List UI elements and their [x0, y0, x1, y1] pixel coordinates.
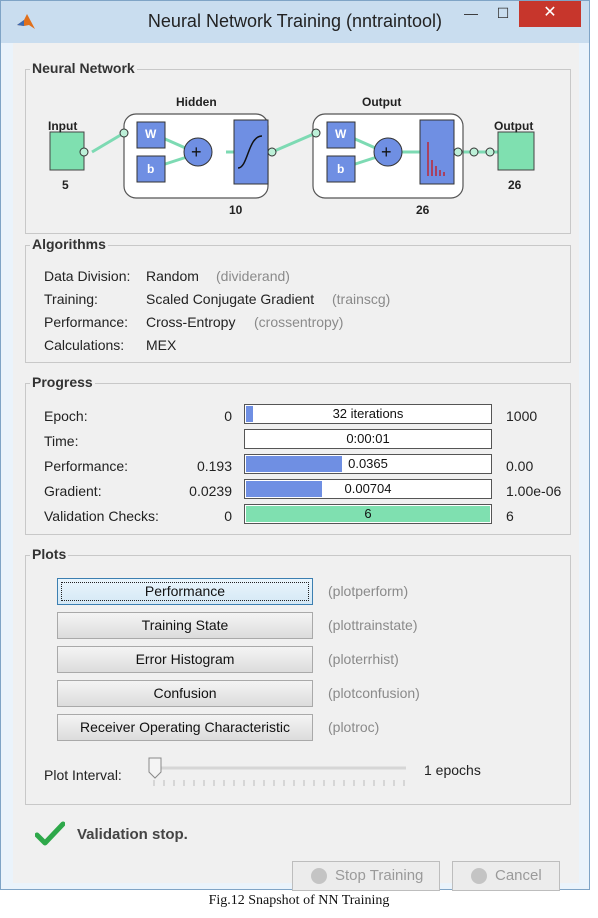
plot-button-label: Training State [141, 617, 229, 633]
output-bias-label: b [337, 162, 345, 176]
progress-label: Performance: [44, 458, 129, 474]
epoch-progress-text: 32 iterations [332, 406, 404, 421]
stop-icon [311, 868, 327, 884]
cancel-label: Cancel [495, 867, 542, 884]
time-progress-bar: 0:00:01 [244, 429, 492, 449]
algorithms-group: Algorithms Data Division: Random (divide… [25, 236, 571, 363]
algorithm-value: Cross-Entropy [146, 314, 236, 330]
progress-label: Time: [44, 433, 79, 449]
plot-confusion-button[interactable]: Confusion [57, 680, 313, 707]
progress-label: Gradient: [44, 483, 102, 499]
output-label: Output [494, 119, 534, 133]
output-layer-size: 26 [416, 203, 430, 217]
plot-button-label: Confusion [153, 685, 217, 701]
gradient-progress-text: 0.00704 [344, 481, 392, 496]
hidden-layer-size: 10 [229, 203, 243, 217]
plot-function-name: (plotroc) [328, 719, 380, 735]
title-bar: Neural Network Training (nntraintool) — … [1, 1, 589, 43]
input-size: 5 [62, 178, 69, 192]
gradient-progress-bar: 0.00704 [244, 479, 492, 499]
progress-label: Epoch: [44, 408, 88, 424]
stop-training-button[interactable]: Stop Training [292, 861, 440, 891]
stop-training-label: Stop Training [335, 867, 424, 884]
status-message: Validation stop. [77, 826, 188, 843]
plot-training-state-button[interactable]: Training State [57, 612, 313, 639]
cancel-button[interactable]: Cancel [452, 861, 560, 891]
plot-function-name: (plotconfusion) [328, 685, 420, 701]
plots-group: Plots Performance (plotperform) Training… [25, 546, 571, 805]
hidden-weight-label: W [145, 127, 157, 141]
algorithm-function: (dividerand) [216, 268, 290, 284]
progress-title: Progress [30, 374, 95, 390]
algorithms-title: Algorithms [30, 236, 108, 252]
neural-network-group: Neural Network + + Input 5 Hidden 10 Out… [25, 60, 571, 234]
plots-title: Plots [30, 546, 69, 562]
plot-function-name: (plottrainstate) [328, 617, 418, 633]
progress-start-value: 0.0239 [189, 483, 232, 499]
algorithm-function: (trainscg) [332, 291, 391, 307]
plot-interval-value: 1 epochs [424, 762, 481, 778]
minimize-button[interactable]: — [456, 1, 486, 27]
progress-end-value: 1000 [506, 408, 538, 424]
validation-progress-text: 6 [364, 506, 372, 521]
algorithm-function: (crossentropy) [254, 314, 344, 330]
plot-function-name: (plotperform) [328, 583, 409, 599]
network-diagram: + + [49, 113, 535, 199]
algorithm-value: MEX [146, 337, 177, 353]
checkmark-icon [35, 821, 65, 846]
progress-start-value: 0.193 [196, 458, 232, 474]
validation-progress-bar: 6 [244, 504, 492, 524]
plot-roc-button[interactable]: Receiver Operating Characteristic [57, 714, 313, 741]
input-label: Input [48, 119, 78, 133]
plot-button-label: Receiver Operating Characteristic [79, 719, 291, 735]
algorithm-label: Training: [44, 291, 98, 307]
maximize-button[interactable]: ☐ [488, 1, 518, 27]
output-weight-label: W [335, 127, 347, 141]
algorithm-label: Performance: [44, 314, 129, 330]
close-button[interactable]: ✕ [519, 1, 581, 27]
algorithm-label: Calculations: [44, 337, 125, 353]
svg-text:+: + [191, 142, 202, 162]
plot-interval-label: Plot Interval: [44, 767, 122, 783]
output-size: 26 [508, 178, 522, 192]
progress-label: Validation Checks: [44, 508, 159, 524]
algorithm-label: Data Division: [44, 268, 131, 284]
performance-progress-bar: 0.0365 [244, 454, 492, 474]
progress-end-value: 0.00 [506, 458, 534, 474]
time-progress-text: 0:00:01 [346, 431, 390, 446]
hidden-layer-label: Hidden [176, 95, 217, 109]
progress-start-value: 0 [224, 408, 232, 424]
algorithm-value: Random [146, 268, 199, 284]
hidden-bias-label: b [147, 162, 155, 176]
progress-start-value: 0 [224, 508, 232, 524]
performance-progress-text: 0.0365 [348, 456, 388, 471]
nntraintool-window: Neural Network Training (nntraintool) — … [0, 0, 590, 891]
progress-end-value: 6 [506, 508, 514, 524]
progress-end-value: 1.00e-06 [506, 483, 562, 499]
plot-button-label: Error Histogram [135, 651, 235, 667]
plot-performance-button[interactable]: Performance [57, 578, 313, 605]
cancel-icon [471, 868, 487, 884]
main-panel: Neural Network + + Input 5 Hidden 10 Out… [13, 43, 579, 891]
plot-error-histogram-button[interactable]: Error Histogram [57, 646, 313, 673]
epoch-progress-bar: 32 iterations [244, 404, 492, 424]
figure-caption: Fig.12 Snapshot of NN Training [208, 893, 390, 908]
progress-group: Progress Epoch: 0 32 iterations 1000 Tim… [25, 374, 571, 535]
output-layer-label: Output [362, 95, 402, 109]
focus-ring [61, 582, 309, 601]
algorithm-value: Scaled Conjugate Gradient [146, 291, 315, 307]
plot-interval-slider[interactable] [148, 756, 408, 790]
plot-function-name: (ploterrhist) [328, 651, 399, 667]
svg-text:+: + [381, 142, 392, 162]
